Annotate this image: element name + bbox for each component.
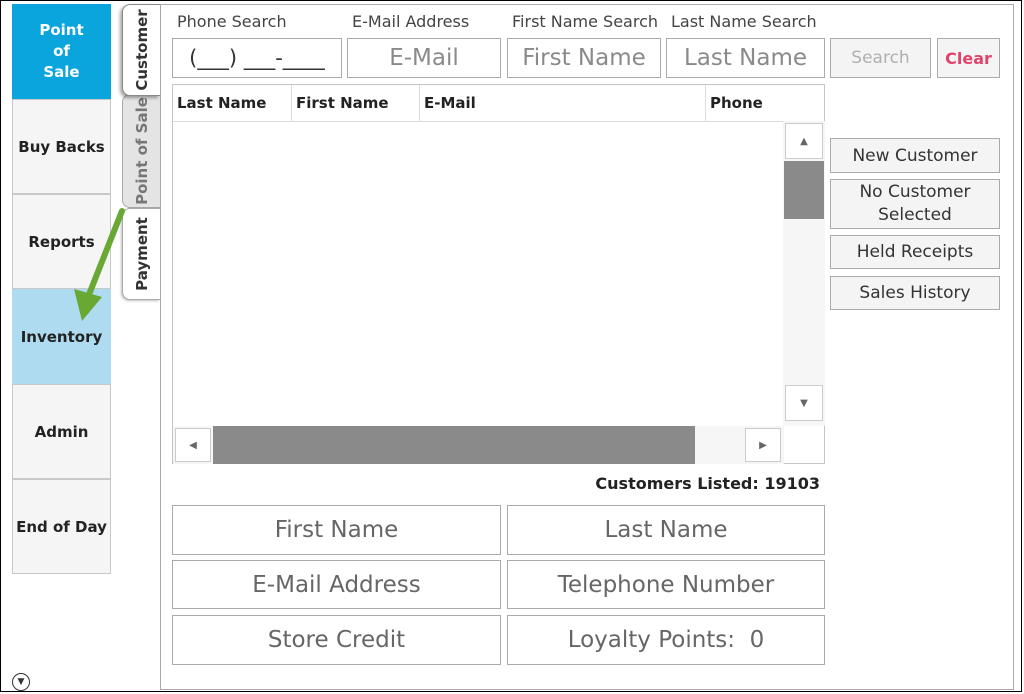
no-customer-selected-button[interactable]: No Customer Selected [830, 179, 1000, 229]
detail-store-credit: Store Credit [172, 615, 501, 665]
column-header-last-name[interactable]: Last Name [173, 85, 292, 121]
tab-payment-label: Payment [132, 217, 151, 291]
last-name-search-input[interactable]: Last Name [666, 38, 825, 78]
green-arrow-icon [74, 208, 125, 321]
scroll-left-icon[interactable]: ◀ [175, 428, 211, 462]
header-divider [173, 121, 824, 122]
horizontal-scrollbar[interactable]: ◀ ▶ [173, 426, 784, 464]
first-name-search-input[interactable]: First Name [507, 38, 661, 78]
email-search-label: E-Mail Address [352, 12, 470, 31]
nav-buy-backs[interactable]: Buy Backs [12, 99, 111, 194]
email-search-input[interactable]: E-Mail [347, 38, 501, 78]
column-header-first-name[interactable]: First Name [292, 85, 420, 121]
column-header-email[interactable]: E-Mail [420, 85, 706, 121]
horizontal-scroll-thumb[interactable] [213, 426, 695, 464]
tab-customer-label: Customer [132, 9, 151, 91]
detail-last-name: Last Name [507, 505, 825, 555]
column-header-phone[interactable]: Phone [706, 85, 825, 121]
scroll-right-icon[interactable]: ▶ [745, 428, 781, 462]
detail-telephone-number: Telephone Number [507, 560, 825, 609]
new-customer-button[interactable]: New Customer [830, 138, 1000, 173]
vertical-scroll-thumb[interactable] [784, 161, 824, 219]
detail-loyalty-points: Loyalty Points: 0 [507, 615, 825, 665]
held-receipts-button[interactable]: Held Receipts [830, 235, 1000, 269]
customer-grid: Last Name First Name E-Mail Phone ▲ ▼ ◀ … [172, 84, 825, 464]
search-button[interactable]: Search [830, 38, 931, 78]
last-name-search-label: Last Name Search [671, 12, 817, 31]
detail-email-address: E-Mail Address [172, 560, 501, 609]
nav-end-of-day[interactable]: End of Day [12, 479, 111, 574]
customers-listed-count: Customers Listed: 19103 [595, 474, 820, 493]
first-name-search-label: First Name Search [512, 12, 659, 31]
clear-button[interactable]: Clear [937, 38, 1000, 78]
nav-point-of-sale[interactable]: Point of Sale [12, 4, 111, 99]
nav-admin[interactable]: Admin [12, 384, 111, 479]
chevron-down-circle-icon[interactable]: ▼ [12, 673, 30, 691]
scroll-up-icon[interactable]: ▲ [785, 123, 823, 159]
scroll-down-icon[interactable]: ▼ [785, 385, 823, 421]
tab-point-of-sale-label: Point of Sale [132, 97, 151, 205]
tab-point-of-sale[interactable]: Point of Sale [122, 94, 160, 208]
phone-search-input[interactable]: (___) ___-____ [172, 38, 342, 78]
phone-search-label: Phone Search [177, 12, 287, 31]
detail-first-name: First Name [172, 505, 501, 555]
vertical-scrollbar[interactable]: ▲ ▼ [783, 121, 825, 426]
tab-customer[interactable]: Customer [122, 4, 160, 96]
sales-history-button[interactable]: Sales History [830, 276, 1000, 310]
